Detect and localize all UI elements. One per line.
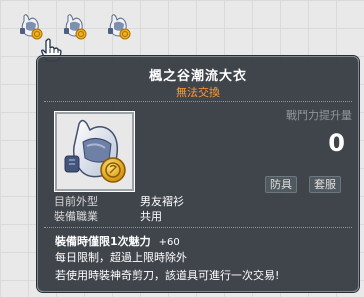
trade-status: 無法交換 <box>176 86 220 99</box>
bunny-hoodie-coin-icon <box>20 14 43 40</box>
info-value: 男友褶衫 <box>140 195 184 208</box>
item-icon-frame <box>54 111 135 192</box>
bunny-hoodie-coin-icon <box>64 14 87 40</box>
item-title: 楓之谷潮流大衣 <box>148 69 247 84</box>
info-value: 共用 <box>140 210 162 223</box>
daily-limit-note: 每日限制，超過上限時除外 <box>55 251 187 264</box>
info-label: 目前外型 <box>54 195 98 208</box>
charm-bonus: 裝備時僅限1次魅力 +60 <box>55 233 180 249</box>
tag-armor: 防具 <box>265 176 297 193</box>
divider <box>44 227 352 229</box>
item-tooltip: 楓之谷潮流大衣 無法交換 戰鬥力提升量 0 防具 套服 目前外型 男友褶衫 裝備… <box>37 56 359 292</box>
combat-power-label: 戰鬥力提升量 <box>286 109 352 122</box>
combat-power-value: 0 <box>328 129 345 157</box>
info-label: 裝備職業 <box>54 210 98 223</box>
inventory-slot-2[interactable] <box>60 12 88 40</box>
inventory-slot-1[interactable] <box>16 12 44 40</box>
scissors-trade-note: 若使用時裝神奇剪刀，該道具可進行一次交易! <box>55 269 280 282</box>
bunny-hoodie-coin-icon <box>108 14 131 40</box>
charm-bonus-value: +60 <box>158 237 180 248</box>
charm-bonus-label: 裝備時僅限1次魅力 <box>55 235 151 248</box>
divider <box>44 101 352 103</box>
inventory-slot-3[interactable] <box>104 12 132 40</box>
bunny-hoodie-coin-icon <box>64 119 126 183</box>
tag-outfit: 套服 <box>309 176 341 193</box>
